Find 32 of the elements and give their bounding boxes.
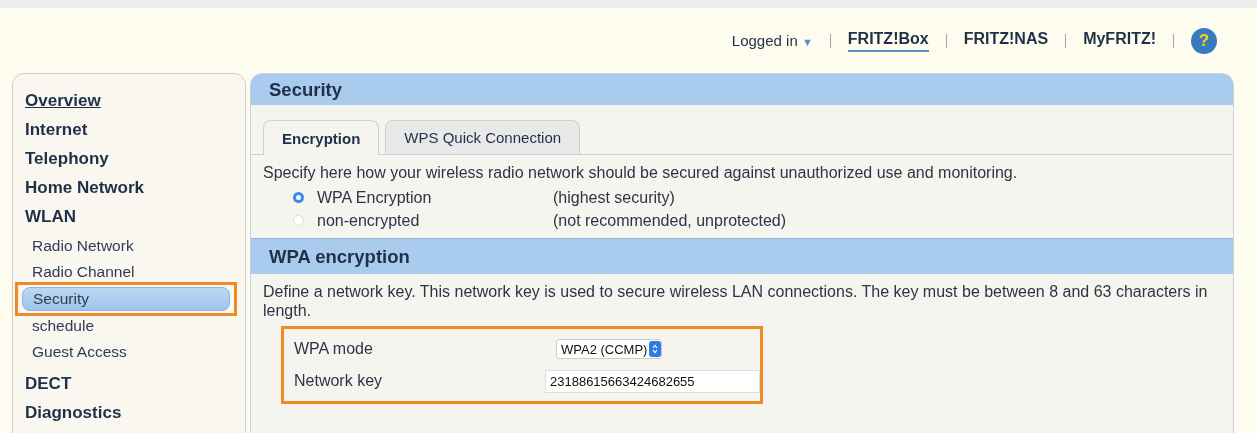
tab[interactable]: Encryption [263,120,380,155]
user-menu[interactable]: Logged in ▼ [731,32,813,49]
network-key-field[interactable]: 23188615663424682655 [545,369,760,393]
sidebar-subitem[interactable]: Radio Network [22,235,230,257]
header-link[interactable]: FRITZ!NAS [963,29,1049,52]
option-note: (highest security) [553,188,675,207]
sidebar-subitem[interactable]: Security [22,287,230,311]
sidebar-subitem[interactable]: Radio Channel [22,261,230,283]
field-label: WPA mode [294,340,374,358]
sidebar-item[interactable]: Home Network [25,173,145,202]
header-link[interactable]: MyFRITZ! [1083,29,1156,52]
field-label: Network key [294,372,384,390]
stepper-icon [649,341,662,357]
sidebar-item[interactable]: DECT [25,369,72,398]
sidebar-item[interactable]: Internet [25,115,88,144]
sidebar-item[interactable]: WLAN [25,202,76,231]
sidebar-item[interactable]: Overview [25,86,101,115]
sidebar-subitem[interactable]: schedule [22,315,230,337]
option-label: WPA Encryption [317,188,433,207]
tab[interactable]: WPS Quick Connection [385,120,581,154]
section-title: WPA encryption [269,245,410,268]
sidebar-item[interactable]: Diagnostics [25,398,122,427]
option-note: (not recommended, unprotected) [553,211,786,230]
mode-select[interactable]: WPA2 (CCMP) [556,339,663,359]
header-link[interactable]: FRITZ!Box [847,29,929,52]
option-label: non-encrypted [317,211,421,230]
sidebar-item[interactable]: Telephony [25,144,109,173]
panel-title: Security [269,78,342,101]
section-text: Define a network key. This network key is used to secure wireless LAN connections. The key must be between 8 and 63 characters in length. [263,282,1209,320]
intro-text: Specify here how your wireless radio network should be secured against unauthorized use and monitoring. [263,163,1019,182]
radio-button[interactable] [293,192,304,203]
sidebar-subitem[interactable]: Guest Access [22,341,230,363]
